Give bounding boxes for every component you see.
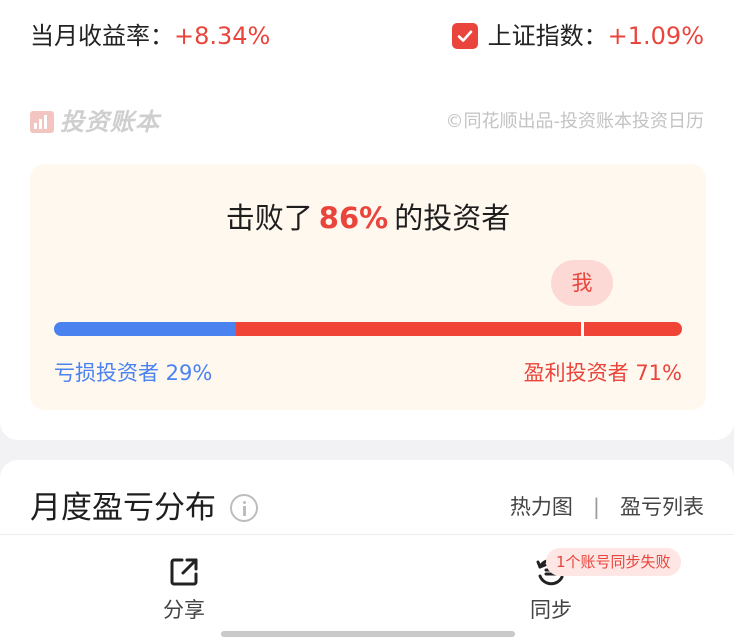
brand: 投资账本 <box>30 104 160 140</box>
copyright-text: ©同花顺出品-投资账本投资日历 <box>445 111 705 132</box>
beat-title: 击败了 86% 的投资者 <box>30 198 706 238</box>
beat-prefix: 击败了 <box>225 201 313 235</box>
loss-investors-label: 亏损投资者 29% <box>54 361 213 385</box>
monthly-return: 当月收益率：+8.34% <box>30 18 270 54</box>
stats-row: 当月收益率：+8.34% 上证指数： +1.09% <box>30 18 704 54</box>
section-title: 月度盈亏分布 <box>30 490 216 526</box>
info-icon[interactable] <box>230 494 258 522</box>
gain-investors-label: 盈利投资者 71% <box>523 361 682 385</box>
share-label: 分享 <box>163 598 205 622</box>
gain-segment <box>236 322 682 336</box>
view-switch: 热力图 | 盈亏列表 <box>510 492 704 522</box>
beat-suffix: 的投资者 <box>394 201 511 235</box>
index-checkbox[interactable] <box>451 23 478 49</box>
investor-distribution-bar <box>54 320 682 338</box>
sync-failed-badge[interactable]: 1个账号同步失败 <box>546 548 681 576</box>
beat-percent: 86% <box>318 201 389 235</box>
beat-ranking-panel: 击败了 86% 的投资者 我 亏损投资者 29% 盈利投资者 71% <box>30 164 706 410</box>
loss-segment <box>54 322 236 336</box>
index-compare[interactable]: 上证指数： +1.09% <box>451 18 704 54</box>
tab-heatmap[interactable]: 热力图 <box>510 492 573 522</box>
brand-row: 投资账本 ©同花顺出品-投资账本投资日历 <box>30 104 704 140</box>
ledger-logo-icon <box>30 109 54 135</box>
index-value: +1.09% <box>607 22 704 50</box>
monthly-return-label: 当月收益率： <box>30 22 174 50</box>
share-button[interactable]: 分享 <box>124 555 244 625</box>
page: 当月收益率：+8.34% 上证指数： +1.09% 投资账本 ©同花顺出品-投资… <box>0 0 734 640</box>
me-position-marker <box>581 320 584 338</box>
share-icon <box>170 558 198 586</box>
checkmark-icon <box>457 30 472 42</box>
bottom-action-bar: 分享 同步 1个账号同步失败 <box>0 534 734 640</box>
section-header: 月度盈亏分布 <box>30 486 258 530</box>
sync-label: 同步 <box>530 598 572 622</box>
summary-card: 当月收益率：+8.34% 上证指数： +1.09% 投资账本 ©同花顺出品-投资… <box>0 0 734 440</box>
tab-separator: | <box>592 495 600 519</box>
tab-pnl-list[interactable]: 盈亏列表 <box>620 492 704 522</box>
index-label: 上证指数： <box>487 22 608 50</box>
monthly-return-value: +8.34% <box>174 22 271 50</box>
me-marker-bubble: 我 <box>551 260 613 306</box>
home-indicator <box>221 631 515 637</box>
brand-name: 投资账本 <box>60 108 160 136</box>
